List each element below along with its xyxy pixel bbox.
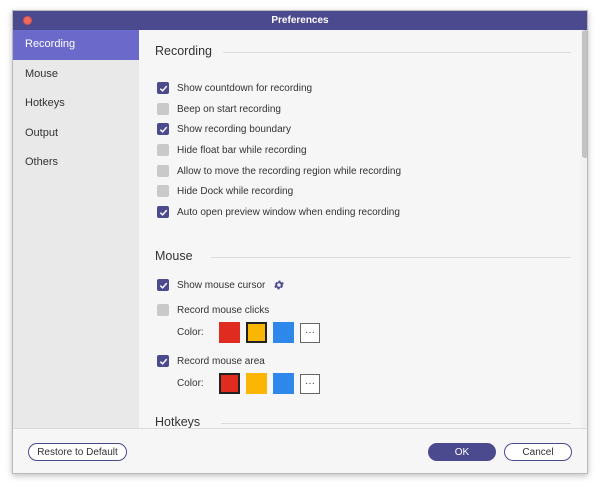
color-label: Color: — [177, 327, 204, 338]
checkbox-unchecked-icon — [157, 103, 169, 115]
auto-open-preview-checkbox[interactable]: Auto open preview window when ending rec… — [157, 205, 400, 219]
show-countdown-checkbox[interactable]: Show countdown for recording — [157, 81, 312, 95]
color-swatch-yellow[interactable] — [246, 322, 267, 343]
option-label: Allow to move the recording region while… — [177, 165, 402, 177]
color-swatch-yellow[interactable] — [246, 373, 267, 394]
record-mouse-area-checkbox[interactable]: Record mouse area — [157, 354, 265, 368]
option-label: Show recording boundary — [177, 123, 291, 135]
hide-float-bar-checkbox[interactable]: Hide float bar while recording — [157, 143, 307, 157]
sidebar: Recording Mouse Hotkeys Output Others — [13, 30, 139, 428]
sidebar-item-output[interactable]: Output — [13, 119, 139, 149]
color-label: Color: — [177, 378, 204, 389]
recording-section-title: Recording — [155, 44, 212, 58]
sidebar-item-mouse[interactable]: Mouse — [13, 60, 139, 90]
section-divider — [221, 423, 571, 424]
footer-bar: Restore to Default OK Cancel — [13, 428, 587, 473]
clicks-color-row: Color: ··· — [177, 322, 320, 343]
scrollbar-thumb[interactable] — [582, 30, 587, 158]
checkbox-unchecked-icon — [157, 304, 169, 316]
restore-default-button[interactable]: Restore to Default — [28, 443, 127, 461]
option-label: Record mouse area — [177, 355, 265, 367]
settings-panel: Recording Show countdown for recording B… — [139, 30, 587, 428]
checkbox-checked-icon — [157, 123, 169, 135]
title-bar: Preferences — [13, 11, 587, 30]
color-swatch-blue[interactable] — [273, 322, 294, 343]
option-label: Hide float bar while recording — [177, 144, 307, 156]
record-mouse-clicks-checkbox[interactable]: Record mouse clicks — [157, 303, 269, 317]
sidebar-item-recording[interactable]: Recording — [13, 30, 139, 60]
beep-on-start-checkbox[interactable]: Beep on start recording — [157, 102, 281, 116]
close-window-button[interactable] — [23, 16, 32, 25]
checkbox-checked-icon — [157, 355, 169, 367]
ok-button[interactable]: OK — [428, 443, 496, 461]
checkbox-unchecked-icon — [157, 165, 169, 177]
section-divider — [223, 52, 571, 53]
sidebar-item-others[interactable]: Others — [13, 148, 139, 178]
hide-dock-checkbox[interactable]: Hide Dock while recording — [157, 184, 293, 198]
hotkeys-section-title: Hotkeys — [155, 415, 201, 428]
checkbox-checked-icon — [157, 206, 169, 218]
option-label: Show countdown for recording — [177, 82, 313, 94]
checkbox-checked-icon — [157, 82, 169, 94]
color-swatch-blue[interactable] — [273, 373, 294, 394]
checkbox-unchecked-icon — [157, 185, 169, 197]
cancel-button[interactable]: Cancel — [504, 443, 572, 461]
show-mouse-cursor-checkbox[interactable]: Show mouse cursor — [157, 278, 285, 292]
allow-move-region-checkbox[interactable]: Allow to move the recording region while… — [157, 164, 401, 178]
color-swatch-red[interactable] — [219, 322, 240, 343]
color-swatch-red[interactable] — [219, 373, 240, 394]
more-colors-button[interactable]: ··· — [300, 373, 320, 394]
show-boundary-checkbox[interactable]: Show recording boundary — [157, 122, 291, 136]
window-title: Preferences — [271, 15, 329, 26]
checkbox-checked-icon — [157, 279, 169, 291]
section-divider — [211, 257, 571, 258]
scrollbar[interactable] — [581, 30, 587, 428]
checkbox-unchecked-icon — [157, 144, 169, 156]
preferences-window: Preferences Recording Mouse Hotkeys Outp… — [12, 10, 588, 474]
option-label: Show mouse cursor — [177, 279, 266, 291]
sidebar-item-hotkeys[interactable]: Hotkeys — [13, 89, 139, 119]
gear-icon[interactable] — [273, 279, 285, 291]
mouse-section-title: Mouse — [155, 249, 193, 263]
option-label: Beep on start recording — [177, 103, 281, 115]
option-label: Record mouse clicks — [177, 304, 270, 316]
area-color-row: Color: ··· — [177, 373, 320, 394]
more-colors-button[interactable]: ··· — [300, 322, 320, 343]
option-label: Auto open preview window when ending rec… — [177, 206, 400, 218]
option-label: Hide Dock while recording — [177, 185, 294, 197]
